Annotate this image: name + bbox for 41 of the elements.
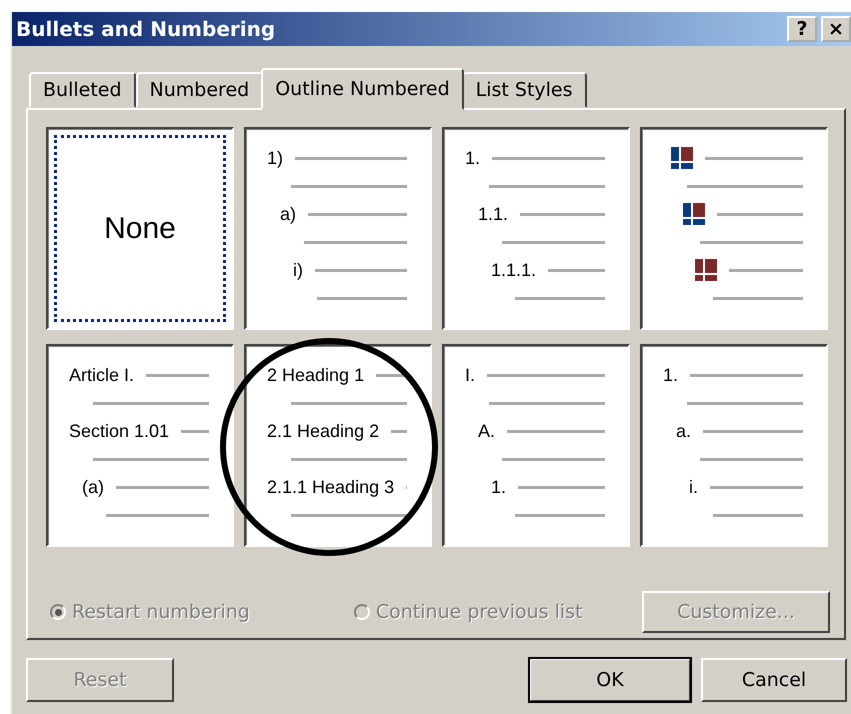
level-number: 1) <box>267 148 284 168</box>
list-style-option[interactable]: Article I. Section 1.01 (a) <box>46 344 234 547</box>
level-number: 1.1.1. <box>491 260 536 280</box>
level-number: 1. <box>465 148 480 168</box>
window-title: Bullets and Numbering <box>16 17 276 41</box>
level-number: A. <box>478 420 496 442</box>
list-style-option[interactable]: 1. a. i. <box>640 344 828 547</box>
list-style-option[interactable]: I. A. 1. <box>442 344 630 547</box>
dialog-button[interactable]: OK <box>529 658 691 702</box>
list-style-option[interactable]: 1. 1.1. 1.1.1. <box>442 127 630 330</box>
list-style-option[interactable]: 2 Heading 1 2.1 Heading 2 2.1.1 Heading 3 <box>244 344 432 547</box>
level-number: 2 Heading 1 <box>267 364 364 386</box>
dialog-button[interactable]: Cancel <box>701 658 847 702</box>
square-bullet-icon <box>683 203 705 225</box>
tab[interactable]: List Styles <box>462 72 587 108</box>
none-label: None <box>104 212 176 246</box>
level-number: 1. <box>663 364 678 386</box>
close-button[interactable]: × <box>821 16 851 42</box>
tab[interactable]: Outline Numbered <box>261 68 464 110</box>
square-bullet-icon <box>695 259 717 281</box>
level-number: a) <box>280 204 296 224</box>
list-style-option[interactable] <box>640 127 828 330</box>
level-number: 1. <box>491 476 506 498</box>
level-number: a. <box>676 420 692 442</box>
square-bullet-icon <box>671 147 693 169</box>
tab[interactable]: Numbered <box>136 72 264 108</box>
level-number: i) <box>293 260 303 280</box>
level-number: Article I. <box>69 364 134 386</box>
radio-label: Restart numbering <box>72 601 250 623</box>
level-number: (a) <box>82 476 104 498</box>
level-number: I. <box>465 364 476 386</box>
level-number: Section 1.01 <box>69 420 170 442</box>
level-number: 1.1. <box>478 204 508 224</box>
list-style-option[interactable]: 1) a) i) <box>244 127 432 330</box>
list-style-option[interactable]: None <box>46 127 234 330</box>
level-number: 2.1.1 Heading 3 <box>267 476 394 498</box>
level-number: 2.1 Heading 2 <box>267 420 380 442</box>
level-number: i. <box>689 476 698 498</box>
tab[interactable]: Bulleted <box>29 72 136 108</box>
radio-label: Continue previous list <box>376 601 583 623</box>
help-button[interactable]: ? <box>787 16 817 42</box>
